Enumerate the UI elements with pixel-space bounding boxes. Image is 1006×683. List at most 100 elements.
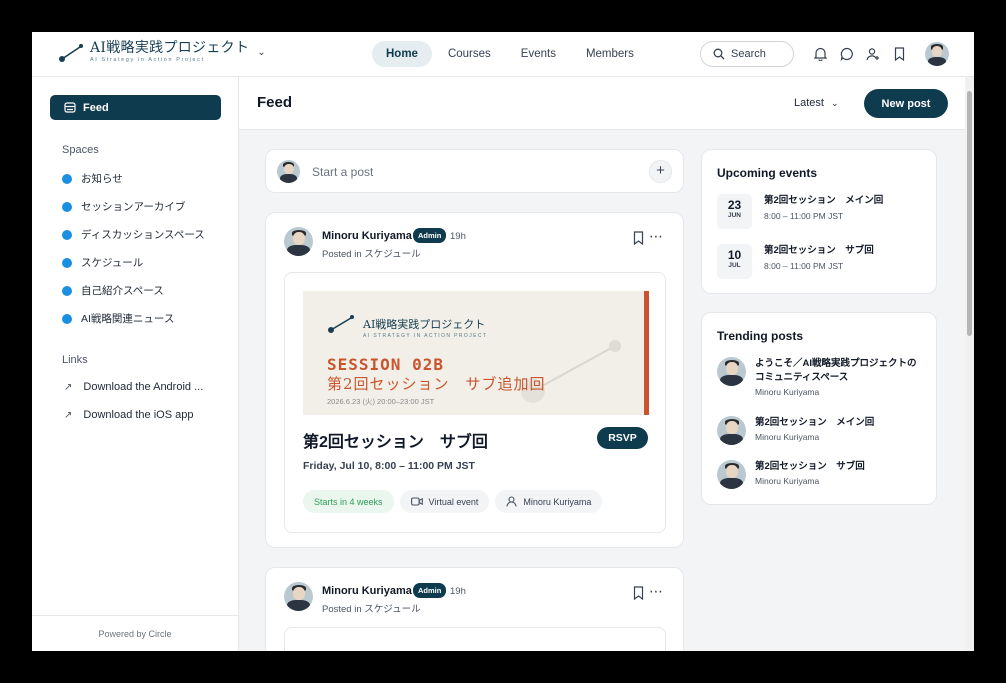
nav-members[interactable]: Members — [572, 41, 648, 67]
post-author[interactable]: Minoru Kuriyama — [322, 585, 412, 597]
upcoming-event-item[interactable]: 10 JUL 第2回セッション サブ回 8:00 – 11:00 PM JST — [717, 244, 874, 279]
avatar — [717, 416, 746, 445]
bell-icon[interactable] — [812, 46, 828, 62]
post-author[interactable]: Minoru Kuriyama — [322, 230, 412, 242]
chevron-down-icon: ⌄ — [831, 98, 839, 108]
trending-post-title: ようこそ／AI戦略実践プロジェクトのコミュニティスペース — [755, 358, 917, 383]
event-title[interactable]: 第2回セッション サブ回 — [303, 428, 488, 452]
banner-logo-title: AI戦略実践プロジェクト — [363, 318, 486, 331]
avatar — [717, 357, 746, 386]
chat-icon[interactable] — [839, 46, 855, 62]
user-avatar[interactable] — [925, 42, 949, 66]
feed-label: Feed — [83, 101, 109, 114]
space-dot-icon — [62, 285, 72, 296]
sort-dropdown[interactable]: Latest ⌄ — [794, 97, 839, 109]
host-tag: Minoru Kuriyama — [495, 490, 603, 513]
trending-posts-title: Trending posts — [717, 329, 804, 343]
space-label: お知らせ — [81, 173, 123, 185]
link-android-app[interactable]: ↗ Download the Android ... — [64, 381, 203, 393]
post-card: Minoru Kuriyama Admin 19h Posted in スケジュ… — [265, 567, 684, 651]
sidebar-item-space[interactable]: ディスカッションスペース — [62, 227, 205, 242]
sidebar-item-space[interactable]: 自己紹介スペース — [62, 283, 164, 298]
virtual-event-label: Virtual event — [428, 496, 479, 507]
upcoming-events-title: Upcoming events — [717, 166, 818, 180]
scrollbar[interactable] — [965, 77, 974, 651]
trending-post-item[interactable]: 第2回セッション サブ回 Minoru Kuriyama — [717, 460, 925, 489]
link-label: Download the iOS app — [83, 409, 194, 421]
host-label: Minoru Kuriyama — [523, 496, 592, 507]
posted-in[interactable]: Posted in スケジュール — [322, 601, 421, 615]
nav-events[interactable]: Events — [507, 41, 570, 67]
space-dot-icon — [62, 229, 72, 240]
top-bar: AI戦略実践プロジェクト AI Strategy in Action Proje… — [32, 32, 974, 77]
start-post-composer[interactable]: Start a post + — [265, 149, 684, 193]
posted-in[interactable]: Posted in スケジュール — [322, 246, 421, 260]
event-day: 23 — [727, 198, 742, 212]
space-label: スケジュール — [81, 257, 144, 269]
upcoming-event-item[interactable]: 23 JUN 第2回セッション メイン回 8:00 – 11:00 PM JST — [717, 194, 883, 229]
bookmark-icon[interactable] — [892, 46, 908, 62]
logo-title: AI戦略実践プロジェクト — [90, 40, 250, 56]
space-label: セッションアーカイブ — [81, 201, 186, 213]
avatar[interactable] — [284, 227, 313, 256]
trending-post-item[interactable]: ようこそ／AI戦略実践プロジェクトのコミュニティスペース Minoru Kuri… — [717, 357, 925, 397]
link-label: Download the Android ... — [83, 381, 204, 393]
trending-posts-widget: Trending posts ようこそ／AI戦略実践プロジェクトのコミュニティス… — [701, 312, 937, 505]
members-icon[interactable] — [865, 46, 881, 62]
plus-icon[interactable]: + — [649, 160, 672, 183]
space-dot-icon — [62, 257, 72, 268]
space-dot-icon — [62, 313, 72, 324]
external-link-icon: ↗ — [64, 409, 73, 421]
external-link-icon: ↗ — [64, 381, 73, 393]
event-card[interactable]: AI戦略実践プロジェクト AI STRATEGY IN ACTION PROJE… — [284, 272, 666, 533]
banner-date: 2026.6.23 (火) 20:00–23:00 JST — [327, 397, 435, 406]
post-time: 19h — [450, 231, 466, 242]
event-card[interactable] — [284, 627, 666, 651]
trending-post-author: Minoru Kuriyama — [755, 387, 820, 397]
powered-by[interactable]: Powered by Circle — [32, 615, 238, 651]
logo-subtitle: AI Strategy in Action Project — [90, 57, 205, 63]
trending-post-title: 第2回セッション サブ回 — [755, 461, 865, 472]
nav-courses[interactable]: Courses — [434, 41, 505, 67]
sidebar-item-space[interactable]: AI戦略関連ニュース — [62, 311, 174, 326]
space-label: ディスカッションスペース — [81, 229, 205, 241]
sidebar-item-space[interactable]: スケジュール — [62, 255, 143, 270]
space-dot-icon — [62, 173, 72, 184]
app-window: AI戦略実践プロジェクト AI Strategy in Action Proje… — [32, 32, 974, 651]
rsvp-button[interactable]: RSVP — [597, 427, 648, 449]
search-button[interactable]: Search — [700, 41, 794, 67]
event-banner-image: AI戦略実践プロジェクト AI STRATEGY IN ACTION PROJE… — [303, 291, 649, 415]
start-post-placeholder[interactable]: Start a post — [312, 165, 373, 179]
bookmark-icon[interactable] — [633, 231, 644, 250]
scrollbar-thumb[interactable] — [967, 91, 972, 336]
sidebar-item-feed[interactable]: Feed — [50, 95, 221, 120]
sidebar-item-space[interactable]: セッションアーカイブ — [62, 199, 185, 214]
main-area: Feed Latest ⌄ New post Start a post + Mi… — [239, 77, 974, 651]
space-label: AI戦略関連ニュース — [81, 313, 175, 325]
more-options-icon[interactable]: ⋯ — [649, 228, 663, 245]
upcoming-events-widget: Upcoming events 23 JUN 第2回セッション メイン回 8:0… — [701, 149, 937, 294]
post-card: Minoru Kuriyama Admin 19h Posted in スケジュ… — [265, 212, 684, 548]
new-post-button[interactable]: New post — [864, 89, 948, 118]
bookmark-icon[interactable] — [633, 586, 644, 605]
event-item-time: 8:00 – 11:00 PM JST — [764, 261, 844, 271]
link-ios-app[interactable]: ↗ Download the iOS app — [64, 409, 193, 421]
sort-label: Latest — [794, 97, 824, 109]
chevron-down-icon[interactable]: ⌄ — [257, 47, 265, 58]
event-date: Friday, Jul 10, 8:00 – 11:00 PM JST — [303, 460, 475, 472]
avatar[interactable] — [284, 582, 313, 611]
trending-post-author: Minoru Kuriyama — [755, 432, 820, 442]
trending-post-author: Minoru Kuriyama — [755, 476, 820, 486]
avatar — [717, 460, 746, 489]
virtual-event-tag: Virtual event — [399, 490, 490, 513]
community-logo[interactable]: AI戦略実践プロジェクト AI Strategy in Action Proje… — [58, 40, 266, 64]
sidebar-item-space[interactable]: お知らせ — [62, 171, 123, 186]
admin-badge: Admin — [413, 228, 447, 243]
nav-home[interactable]: Home — [372, 41, 432, 67]
event-month: JUL — [728, 262, 741, 269]
page-title: Feed — [257, 94, 293, 111]
starts-in-tag: Starts in 4 weeks — [303, 490, 394, 513]
more-options-icon[interactable]: ⋯ — [649, 583, 663, 600]
admin-badge: Admin — [413, 583, 447, 598]
trending-post-item[interactable]: 第2回セッション メイン回 Minoru Kuriyama — [717, 416, 925, 445]
